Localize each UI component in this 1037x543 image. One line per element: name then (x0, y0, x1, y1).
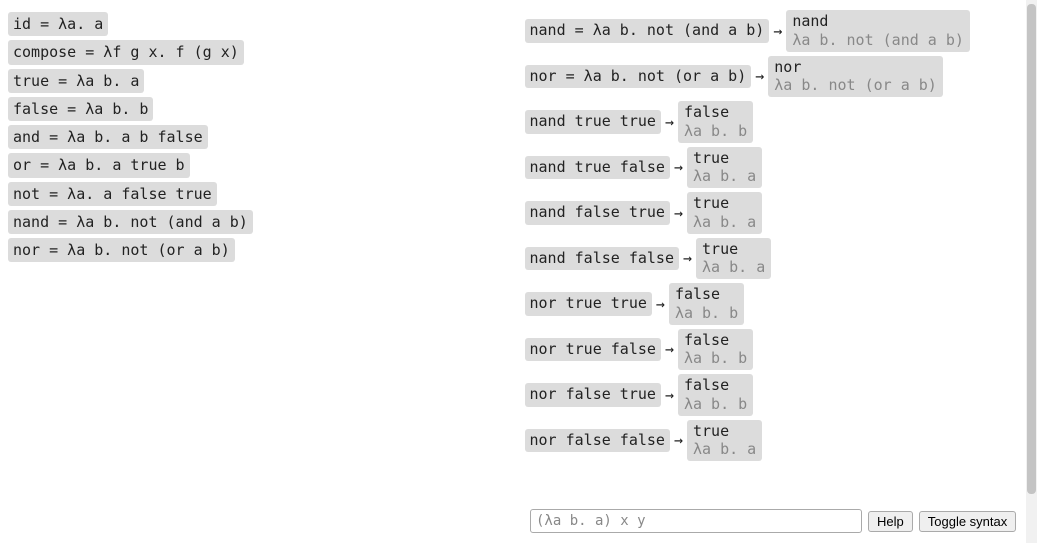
evaluation-row: nor true false→falseλa b. b (525, 329, 1032, 371)
evaluation-row: nor true true→falseλa b. b (525, 283, 1032, 325)
definition-chip[interactable]: false = λa b. b (8, 97, 153, 121)
evaluation-row: nor = λa b. not (or a b)→norλa b. not (o… (525, 56, 1032, 98)
toggle-syntax-button[interactable]: Toggle syntax (919, 511, 1017, 532)
result-name: nor (774, 58, 937, 77)
scrollbar-track[interactable] (1026, 0, 1037, 543)
result-chip[interactable]: norλa b. not (or a b) (768, 56, 943, 98)
expression-chip[interactable]: nand false true (525, 201, 670, 225)
arrow-icon: → (674, 158, 683, 176)
arrow-icon: → (674, 431, 683, 449)
definition-chip[interactable]: and = λa b. a b false (8, 125, 208, 149)
result-name: true (693, 194, 756, 213)
result-name: false (684, 103, 747, 122)
evaluation-row: nand true true→falseλa b. b (525, 101, 1032, 143)
arrow-icon: → (665, 113, 674, 131)
evaluation-row: nand = λa b. not (and a b)→nandλa b. not… (525, 10, 1032, 52)
expression-chip[interactable]: nor = λa b. not (or a b) (525, 65, 752, 89)
result-chip[interactable]: falseλa b. b (669, 283, 744, 325)
help-button[interactable]: Help (868, 511, 913, 532)
result-chip[interactable]: trueλa b. a (696, 238, 771, 280)
definition-chip[interactable]: not = λa. a false true (8, 182, 217, 206)
result-lambda: λa b. a (702, 258, 765, 277)
result-name: true (693, 422, 756, 441)
arrow-icon: → (683, 249, 692, 267)
bottom-bar: Help Toggle syntax (530, 509, 1016, 533)
expression-chip[interactable]: nand true false (525, 156, 670, 180)
arrow-icon: → (665, 340, 674, 358)
expression-chip[interactable]: nand true true (525, 110, 661, 134)
result-lambda: λa b. not (and a b) (792, 31, 964, 50)
evaluation-row: nand false true→trueλa b. a (525, 192, 1032, 234)
scrollbar-thumb[interactable] (1027, 4, 1036, 494)
arrow-icon: → (674, 204, 683, 222)
result-name: nand (792, 12, 964, 31)
expression-chip[interactable]: nand = λa b. not (and a b) (525, 19, 770, 43)
arrow-icon: → (656, 295, 665, 313)
result-name: true (693, 149, 756, 168)
definition-chip[interactable]: nand = λa b. not (and a b) (8, 210, 253, 234)
definition-chip[interactable]: compose = λf g x. f (g x) (8, 40, 244, 64)
arrow-icon: → (755, 67, 764, 85)
result-lambda: λa b. b (684, 122, 747, 141)
expression-chip[interactable]: nand false false (525, 247, 680, 271)
result-lambda: λa b. not (or a b) (774, 76, 937, 95)
expression-chip[interactable]: nor false false (525, 429, 670, 453)
result-name: false (684, 376, 747, 395)
evaluations-pane: nand = λa b. not (and a b)→nandλa b. not… (519, 0, 1037, 543)
result-name: false (684, 331, 747, 350)
result-lambda: λa b. a (693, 167, 756, 186)
result-chip[interactable]: nandλa b. not (and a b) (786, 10, 970, 52)
result-lambda: λa b. b (675, 304, 738, 323)
expression-chip[interactable]: nor false true (525, 383, 661, 407)
result-chip[interactable]: falseλa b. b (678, 329, 753, 371)
result-chip[interactable]: falseλa b. b (678, 374, 753, 416)
result-chip[interactable]: trueλa b. a (687, 420, 762, 462)
result-name: false (675, 285, 738, 304)
evaluation-row: nand true false→trueλa b. a (525, 147, 1032, 189)
definition-chip[interactable]: nor = λa b. not (or a b) (8, 238, 235, 262)
expression-chip[interactable]: nor true true (525, 292, 652, 316)
definition-chip[interactable]: true = λa b. a (8, 69, 144, 93)
definitions-pane: id = λa. a compose = λf g x. f (g x) true … (0, 0, 519, 543)
expression-input[interactable] (530, 509, 862, 533)
result-name: true (702, 240, 765, 259)
evaluation-row: nor false true→falseλa b. b (525, 374, 1032, 416)
arrow-icon: → (773, 22, 782, 40)
evaluation-row: nand false false→trueλa b. a (525, 238, 1032, 280)
result-lambda: λa b. b (684, 349, 747, 368)
definition-chip[interactable]: or = λa b. a true b (8, 153, 190, 177)
result-chip[interactable]: trueλa b. a (687, 147, 762, 189)
result-lambda: λa b. b (684, 395, 747, 414)
result-chip[interactable]: trueλa b. a (687, 192, 762, 234)
result-lambda: λa b. a (693, 213, 756, 232)
expression-chip[interactable]: nor true false (525, 338, 661, 362)
arrow-icon: → (665, 386, 674, 404)
result-lambda: λa b. a (693, 440, 756, 459)
evaluation-row: nor false false→trueλa b. a (525, 420, 1032, 462)
definition-chip[interactable]: id = λa. a (8, 12, 108, 36)
result-chip[interactable]: falseλa b. b (678, 101, 753, 143)
